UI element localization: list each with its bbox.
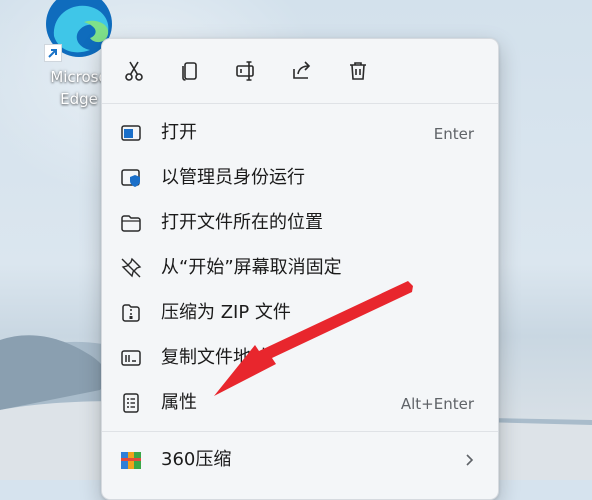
delete-icon [350,62,366,80]
menu-separator [102,431,498,432]
menu-item-accelerator: Enter [433,125,474,143]
menu-item-label: 从“开始”屏幕取消固定 [161,257,342,278]
menu-item-label: 打开 [161,122,197,143]
menu-item-properties[interactable]: 属性 Alt+Enter [106,382,494,424]
admin-shield-icon [121,169,140,187]
menu-item-label: 360压缩 [161,449,232,470]
menu-item-copy-as-path[interactable]: 复制文件地址 [106,337,494,379]
menu-item-label: 复制文件地址 [161,347,269,368]
menu-item-label: 以管理员身份运行 [161,167,305,188]
menu-item-360-compress[interactable]: 360压缩 [106,439,494,481]
context-menu-toolbar [102,39,498,103]
copy-path-icon [121,350,141,366]
menu-item-accelerator: Alt+Enter [400,395,474,413]
menu-item-unpin-from-start[interactable]: 从“开始”屏幕取消固定 [106,247,494,289]
menu-item-label: 打开文件所在的位置 [161,212,323,233]
open-window-icon [121,125,141,141]
menu-item-label: 属性 [161,392,197,413]
delete-button[interactable] [342,55,374,87]
copy-icon [182,62,197,81]
menu-item-run-as-admin[interactable]: 以管理员身份运行 [106,157,494,199]
zip-icon [122,304,140,322]
cut-button[interactable] [118,55,150,87]
menu-item-open[interactable]: 打开 Enter [106,112,494,154]
folder-icon [121,215,141,232]
archive-360-icon [121,452,141,469]
chevron-right-icon [466,454,474,466]
context-menu: 打开 Enter 以管理员身份运行 打开文件所在的位置 从“开始”屏幕取消固定 … [101,38,499,500]
share-button[interactable] [286,55,318,87]
menu-item-open-file-location[interactable]: 打开文件所在的位置 [106,202,494,244]
menu-item-label: 压缩为 ZIP 文件 [161,302,291,323]
menu-separator [102,103,498,104]
copy-button[interactable] [174,55,206,87]
share-icon [293,61,311,79]
properties-icon [123,393,139,413]
shortcut-arrow-icon [44,44,62,62]
unpin-icon [121,257,142,278]
menu-item-compress-zip[interactable]: 压缩为 ZIP 文件 [106,292,494,334]
cut-icon [125,61,143,81]
rename-button[interactable] [230,55,262,87]
rename-icon [236,61,254,81]
